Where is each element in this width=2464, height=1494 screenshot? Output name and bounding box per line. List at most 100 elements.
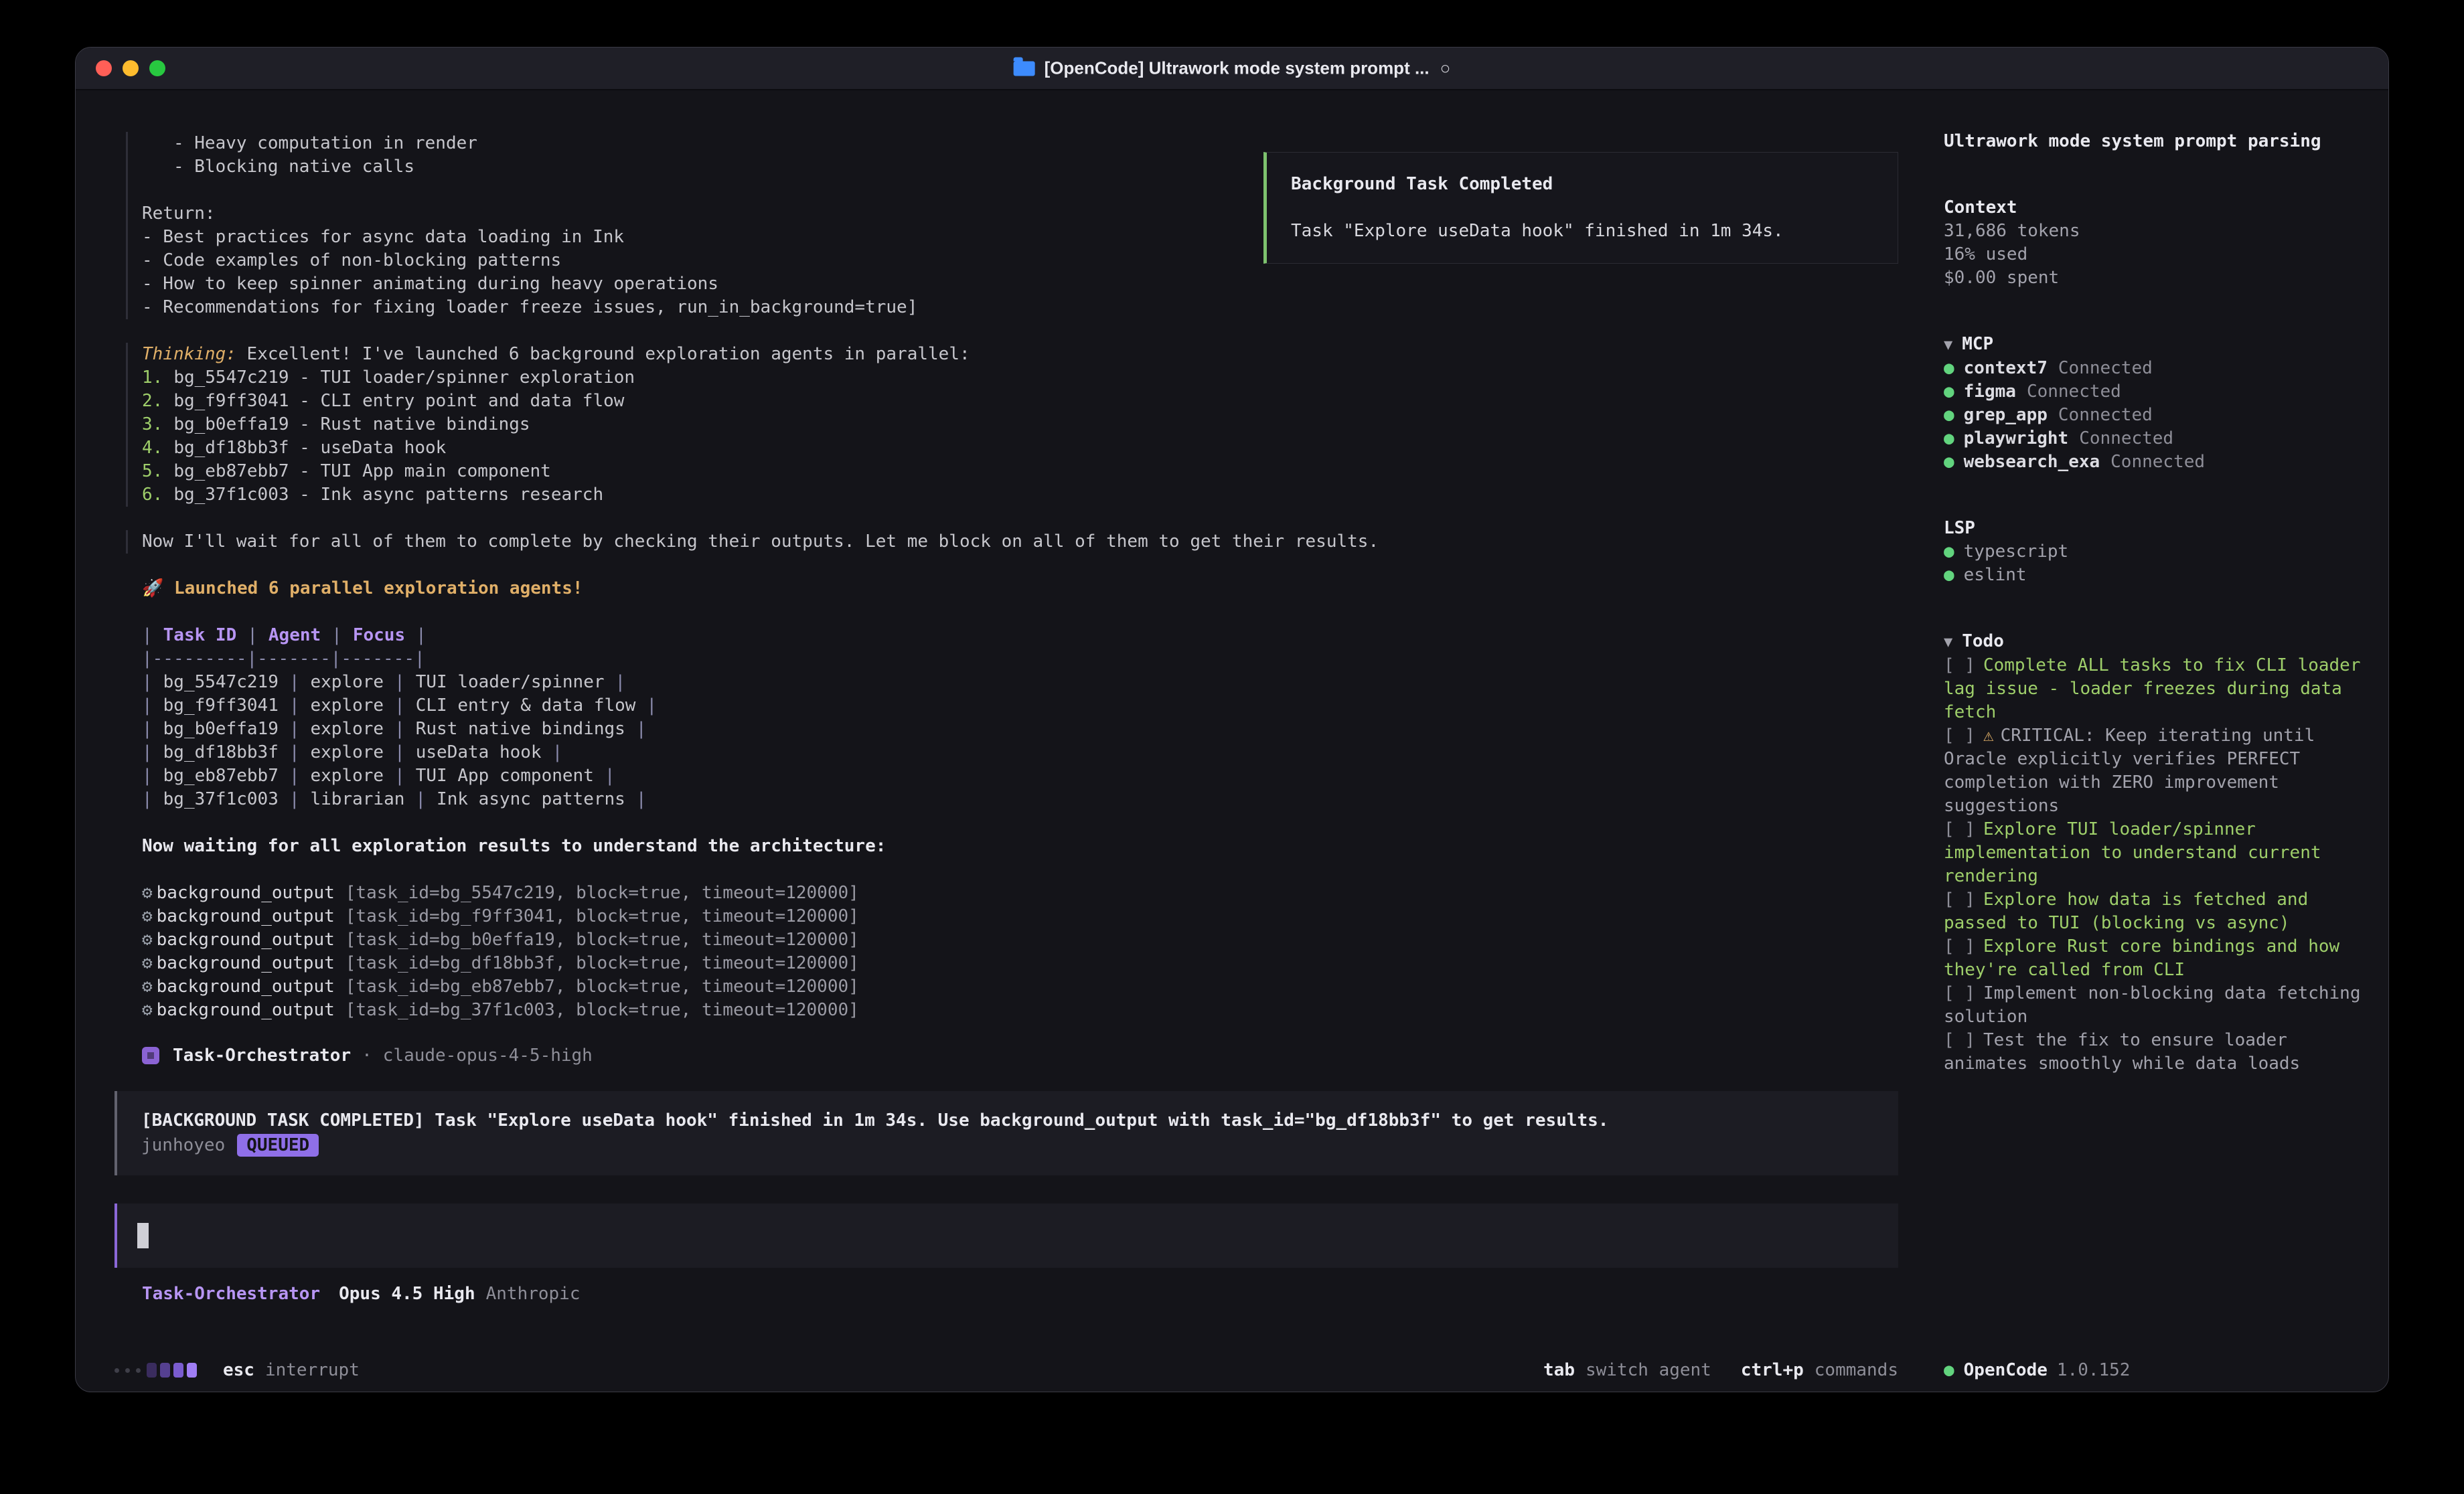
footer-model-name: Opus 4.5 High [339,1284,475,1304]
table-pipe: | [394,742,405,762]
todo-text: Test the fix to ensure loader animates s… [1944,1030,2300,1074]
close-button[interactable] [96,60,112,76]
queued-badge: QUEUED [237,1134,319,1157]
tool-call: ⚙background_output[task_id=bg_b0effa19, … [142,928,1898,952]
table-pipe: | [142,695,153,716]
thinking-line: Thinking: Excellent! I've launched 6 bac… [142,343,1898,366]
table-pipe: | [289,695,300,716]
assistant-wait-paragraph: Now I'll wait for all of them to complet… [126,530,1898,554]
table-pipe: | [289,742,300,762]
list-marker: 4. [142,438,163,458]
todo-checkbox: [ ] [1944,936,1975,957]
table-pipe: | [247,625,258,645]
transcript-line: Now I'll wait for all of them to complet… [142,530,1898,554]
context-heading: Context [1944,196,2362,220]
todo-text: Explore how data is fetched and passed t… [1944,890,2308,933]
table-header: Agent [268,625,321,645]
todo-item: [ ]Explore how data is fetched and passe… [1944,888,2362,935]
list-text: bg_f9ff3041 - CLI entry point and data f… [173,391,624,411]
text-cursor [137,1223,149,1248]
table-pipe: | [142,789,153,809]
tool-name: background_output [157,977,335,997]
table-pipe: | [415,789,426,809]
tool-args: [task_id=bg_f9ff3041, block=true, timeou… [345,906,859,926]
table-row: |bg_f9ff3041|explore|CLI entry & data fl… [142,694,1898,718]
tool-call: ⚙background_output[task_id=bg_5547c219, … [142,882,1898,905]
input-footer: Task-Orchestrator Opus 4.5 High Anthropi… [126,1284,1898,1304]
agents-table: |Task ID|Agent|Focus| |---------|-------… [126,624,1898,811]
tool-args: [task_id=bg_5547c219, block=true, timeou… [345,883,859,903]
prompt-input[interactable] [114,1204,1898,1268]
status-dot-icon: ● [1944,358,1954,378]
footer-agent-name: Task-Orchestrator [142,1284,320,1304]
brand-name: OpenCode [1964,1360,2048,1380]
table-row: |bg_b0effa19|explore|Rust native binding… [142,718,1898,741]
traffic-lights [76,60,165,76]
mcp-status: Connected [2058,358,2153,378]
table-cell: bg_df18bb3f [163,742,279,762]
warning-icon: ⚠ [1983,726,1994,746]
context-tokens: 31,686 tokens [1944,220,2362,243]
status-bar-main: esc interrupt tab switch agent ctrl+p co… [76,1360,1920,1380]
list-text: bg_df18bb3f - useData hook [173,438,446,458]
agent-list-item: 1.bg_5547c219 - TUI loader/spinner explo… [142,366,1898,390]
table-pipe: | [646,695,657,716]
todo-section: ▼Todo [ ]Complete ALL tasks to fix CLI l… [1944,630,2362,1076]
zoom-button[interactable] [149,60,165,76]
background-task-toast[interactable]: Background Task Completed Task "Explore … [1263,152,1898,264]
terminal-main-pane: - Heavy computation in render - Blocking… [76,90,1920,1349]
agent-list-item: 6.bg_37f1c003 - Ink async patterns resea… [142,483,1898,507]
list-marker: 2. [142,391,163,411]
table-cell: TUI loader/spinner [416,672,605,692]
mcp-header[interactable]: ▼MCP [1944,333,2362,357]
mcp-item: ●websearch_exaConnected [1944,450,2362,474]
todo-text: CRITICAL: Keep iterating until Oracle ex… [1944,726,2315,816]
tool-args: [task_id=bg_37f1c003, block=true, timeou… [345,1000,859,1020]
status-bar: esc interrupt tab switch agent ctrl+p co… [76,1349,2388,1392]
mcp-status: Connected [2058,405,2153,425]
tool-call-list: ⚙background_output[task_id=bg_5547c219, … [126,882,1898,1022]
table-row: |bg_df18bb3f|explore|useData hook| [142,741,1898,764]
lsp-heading: LSP [1944,517,2362,540]
agent-model: claude-opus-4-5-high [383,1046,593,1066]
table-pipe: | [605,766,615,786]
table-separator-row: |---------|-------|-------| [142,647,1898,671]
table-cell: TUI App component [416,766,594,786]
orchestrator-icon [142,1047,159,1064]
mcp-name: context7 [1964,358,2048,378]
gear-icon: ⚙ [142,1000,153,1020]
mcp-item: ●playwrightConnected [1944,427,2362,450]
agent-list-item: 3.bg_b0effa19 - Rust native bindings [142,413,1898,436]
todo-header[interactable]: ▼Todo [1944,630,2362,654]
tool-name: background_output [157,930,335,950]
table-pipe: | [142,625,153,645]
table-pipe: | [142,766,153,786]
table-cell: explore [311,719,384,739]
gear-icon: ⚙ [142,883,153,903]
list-marker: 3. [142,414,163,434]
todo-checkbox: [ ] [1944,890,1975,910]
status-left-group: esc interrupt [114,1360,360,1380]
table-pipe: | [289,766,300,786]
table-pipe: | [142,672,153,692]
tool-call: ⚙background_output[task_id=bg_df18bb3f, … [142,952,1898,975]
mcp-name: playwright [1964,428,2069,448]
todo-item: [ ]Implement non-blocking data fetching … [1944,982,2362,1029]
table-pipe: | [416,625,427,645]
transcript-line: - Recommendations for fixing loader free… [142,296,1898,319]
table-pipe: | [636,789,647,809]
tab-key-label: switch agent [1586,1360,1711,1380]
tool-args: [task_id=bg_eb87ebb7, block=true, timeou… [345,977,859,997]
table-cell: explore [311,695,384,716]
todo-text: Explore Rust core bindings and how they'… [1944,936,2339,980]
table-pipe: | [394,766,405,786]
minimize-button[interactable] [123,60,139,76]
opencode-terminal-window: [OpenCode] Ultrawork mode system prompt … [75,47,2389,1392]
thinking-label: Thinking: [142,344,236,364]
table-cell: bg_f9ff3041 [163,695,279,716]
table-cell: useData hook [416,742,542,762]
mcp-status: Connected [2110,452,2205,472]
table-cell: bg_b0effa19 [163,719,279,739]
table-pipe: | [394,695,405,716]
agent-status-line: Task-Orchestrator · claude-opus-4-5-high [126,1046,1898,1066]
